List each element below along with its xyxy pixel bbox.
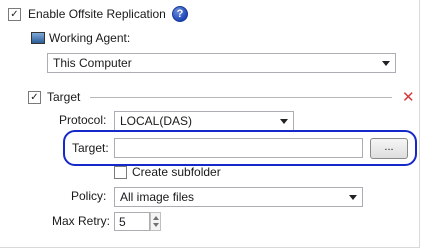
policy-value: All image files xyxy=(120,190,195,204)
enable-replication-checkbox[interactable]: ✓ xyxy=(8,8,21,21)
max-retry-value: 5 xyxy=(119,215,126,229)
checkmark-icon: ✓ xyxy=(10,8,19,20)
close-icon[interactable]: ✕ xyxy=(402,90,415,105)
policy-select[interactable]: All image files xyxy=(114,187,363,207)
protocol-select[interactable]: LOCAL(DAS) xyxy=(114,111,294,131)
checkmark-icon: ✓ xyxy=(30,91,39,103)
working-agent-value: This Computer xyxy=(53,56,132,70)
protocol-label: Protocol: xyxy=(59,113,107,127)
chevron-down-icon xyxy=(382,61,390,66)
create-subfolder-label: Create subfolder xyxy=(132,165,221,179)
enable-replication-label: Enable Offsite Replication xyxy=(28,7,166,21)
target-path-input[interactable] xyxy=(114,138,363,158)
max-retry-input[interactable]: 5 xyxy=(114,212,150,231)
spin-down-icon[interactable] xyxy=(153,223,159,227)
target-section-checkbox[interactable]: ✓ xyxy=(28,91,41,104)
section-divider xyxy=(90,97,392,99)
help-icon[interactable]: ? xyxy=(172,6,188,22)
target-section-label: Target xyxy=(47,90,81,104)
working-agent-label: Working Agent: xyxy=(49,31,131,45)
create-subfolder-checkbox[interactable] xyxy=(114,166,127,179)
browse-button[interactable]: ... xyxy=(370,138,408,159)
max-retry-label: Max Retry: xyxy=(52,214,111,228)
max-retry-spinner[interactable] xyxy=(150,212,161,231)
chevron-down-icon xyxy=(280,119,288,124)
policy-label: Policy: xyxy=(71,189,107,203)
working-agent-select[interactable]: This Computer xyxy=(47,53,396,73)
target-path-label: Target: xyxy=(72,141,109,155)
protocol-value: LOCAL(DAS) xyxy=(120,114,193,128)
help-glyph: ? xyxy=(176,8,184,20)
chevron-down-icon xyxy=(349,195,357,200)
computer-monitor-icon xyxy=(31,32,45,44)
spin-up-icon[interactable] xyxy=(153,216,159,220)
